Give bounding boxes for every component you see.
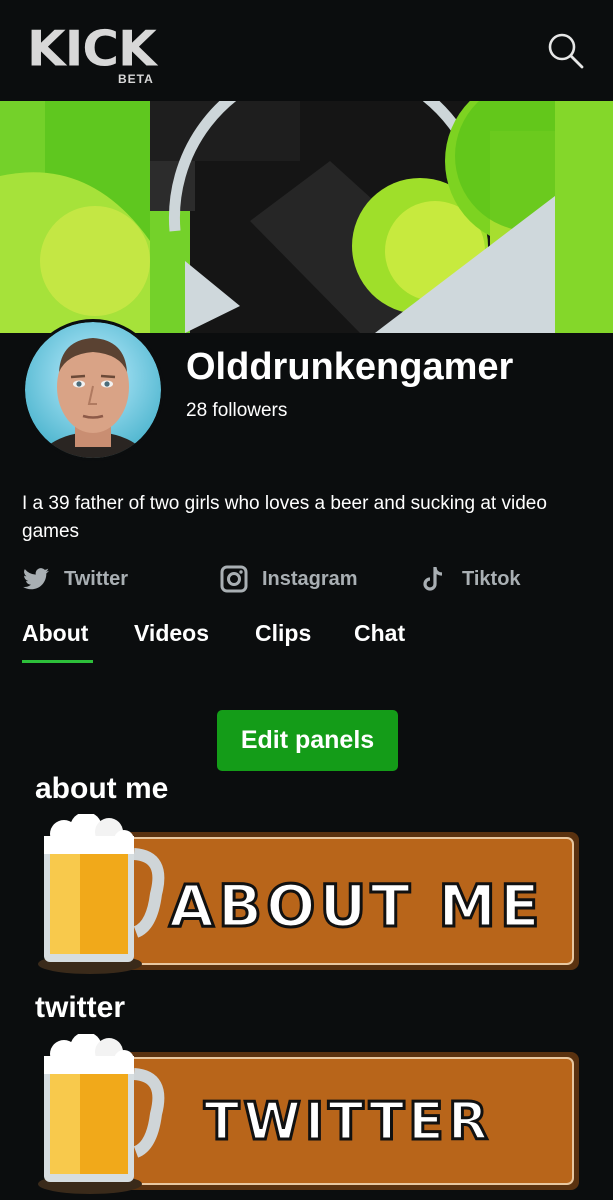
tab-clips[interactable]: Clips [255, 620, 311, 647]
social-label-instagram: Instagram [262, 567, 358, 590]
avatar-image [25, 322, 161, 458]
twitter-image-text: TWITTER [204, 1092, 492, 1152]
avatar[interactable] [22, 319, 164, 461]
top-bar: KICK BETA [0, 0, 613, 101]
social-label-tiktok: Tiktok [462, 567, 521, 590]
social-link-tiktok[interactable]: Tiktok [420, 562, 521, 596]
tab-videos[interactable]: Videos [134, 620, 209, 647]
tab-about[interactable]: About [22, 620, 88, 647]
channel-bio: I a 39 father of two girls who loves a b… [22, 493, 547, 542]
panel-title-about-me: about me [35, 772, 169, 805]
channel-banner [0, 101, 613, 333]
beta-badge: BETA [118, 72, 154, 86]
kick-logo[interactable]: KICK [27, 24, 157, 73]
social-link-twitter[interactable]: Twitter [22, 562, 128, 596]
follower-count: 28 followers [186, 400, 288, 421]
panel-title-twitter: twitter [35, 991, 125, 1024]
edit-panels-button[interactable]: Edit panels [217, 710, 398, 771]
instagram-icon [220, 565, 248, 593]
active-tab-indicator [22, 660, 93, 663]
tab-chat[interactable]: Chat [354, 620, 405, 647]
channel-tabs: About Videos Clips Chat [22, 620, 602, 664]
social-label-twitter: Twitter [64, 567, 129, 590]
channel-username: Olddrunkengamer [186, 346, 514, 388]
about-me-image-text: ABOUT ME [169, 872, 544, 940]
twitter-icon [22, 565, 50, 593]
twitter-panel-image[interactable]: TWITTER [34, 1034, 582, 1194]
tiktok-icon [420, 565, 448, 593]
about-me-panel-image[interactable]: ABOUT ME [34, 814, 582, 974]
social-link-instagram[interactable]: Instagram [220, 562, 358, 596]
search-icon[interactable] [545, 30, 585, 70]
